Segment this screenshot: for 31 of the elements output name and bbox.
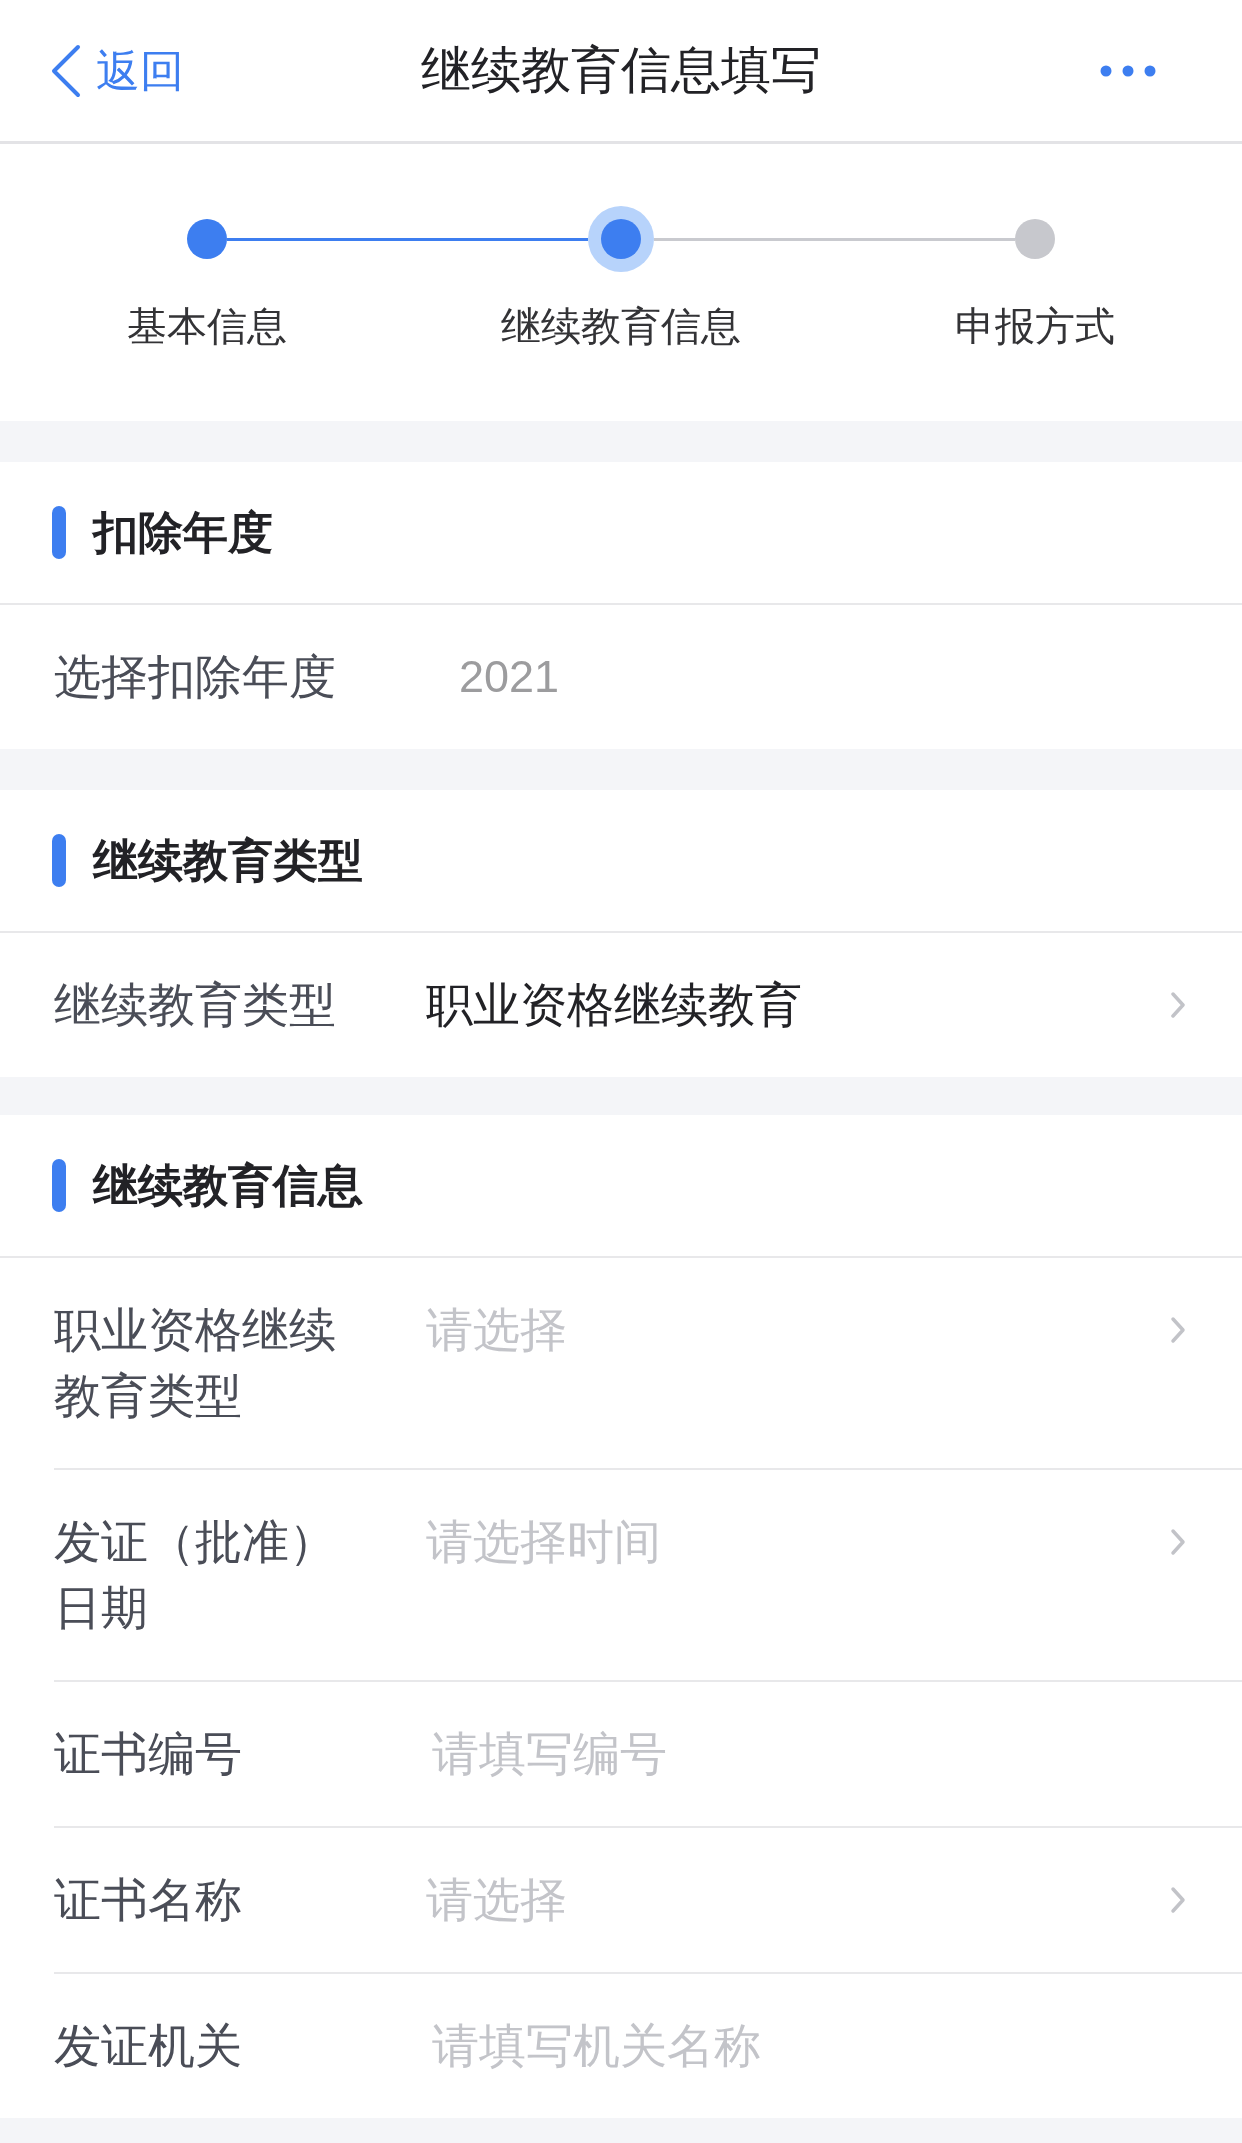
step-label: 申报方式: [955, 303, 1115, 350]
chevron-right-icon: [1170, 991, 1186, 1019]
step-label: 继续教育信息: [501, 303, 741, 350]
field-label: 继续教育类型: [54, 977, 337, 1033]
chevron-left-icon: [50, 43, 82, 98]
step-label: 基本信息: [127, 303, 287, 350]
field-label: 发证（批准）日期: [54, 1514, 337, 1636]
section-title: 继续教育类型: [93, 833, 363, 888]
section-marker-icon: [52, 506, 66, 559]
section-marker-icon: [52, 834, 66, 887]
section-title: 扣除年度: [93, 505, 273, 560]
section-marker-icon: [52, 1159, 66, 1212]
field-label: 证书编号: [54, 1726, 243, 1782]
chevron-right-icon: [1170, 1528, 1186, 1556]
input-field[interactable]: 请填写编号: [426, 1721, 1186, 1787]
value-text: 2021: [458, 650, 560, 704]
input-field[interactable]: 请填写机关名称: [426, 2013, 1186, 2079]
select-field[interactable]: 请选择: [426, 1297, 1242, 1363]
select-field[interactable]: 请选择时间: [426, 1509, 1242, 1575]
page-title: 继续教育信息填写: [421, 41, 821, 100]
field-label: 选择扣除年度: [54, 649, 337, 705]
field-label: 发证机关: [54, 2018, 243, 2074]
field-label: 证书名称: [54, 1872, 243, 1928]
more-icon[interactable]: [1100, 64, 1156, 77]
select-field[interactable]: 职业资格继续教育: [426, 972, 1242, 1038]
field-label: 职业资格继续教育类型: [54, 1302, 337, 1424]
chevron-right-icon: [1170, 1886, 1186, 1914]
section-title: 继续教育信息: [93, 1158, 363, 1213]
select-field[interactable]: 请选择: [426, 1867, 1242, 1933]
chevron-right-icon: [1170, 1316, 1186, 1344]
back-button[interactable]: 返回: [50, 43, 184, 98]
